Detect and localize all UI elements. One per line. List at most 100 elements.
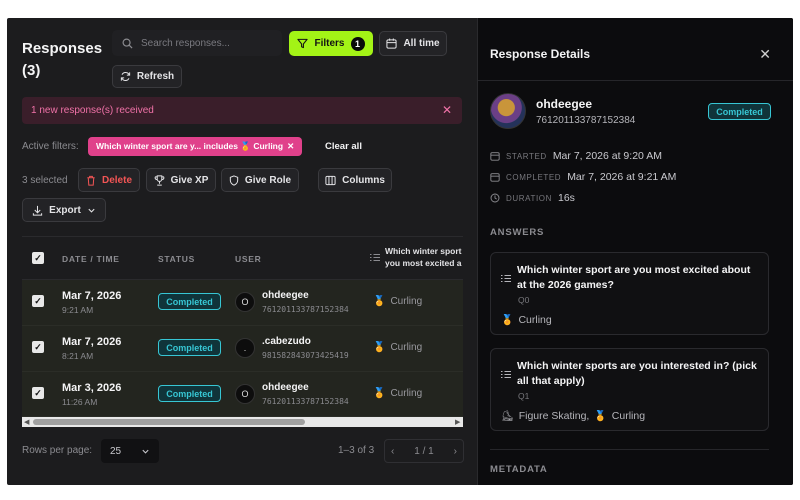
- refresh-label: Refresh: [136, 71, 175, 82]
- rows-per-page-select[interactable]: 25: [101, 439, 159, 463]
- close-icon[interactable]: ✕: [759, 46, 771, 63]
- avatar: .: [235, 338, 255, 358]
- next-page-icon[interactable]: ›: [454, 446, 457, 457]
- delete-button[interactable]: Delete: [78, 168, 140, 192]
- give-xp-label: Give XP: [170, 174, 209, 186]
- active-filter-chip[interactable]: Which winter sport are y... includes 🏅 C…: [88, 137, 303, 156]
- columns-button[interactable]: Columns: [318, 168, 392, 192]
- date-range-button[interactable]: All time: [379, 31, 447, 56]
- give-role-button[interactable]: Give Role: [221, 168, 299, 192]
- panel-user-id: 761201133787152384: [536, 115, 636, 126]
- new-response-notice: 1 new response(s) received ✕: [22, 97, 462, 124]
- clear-all-link[interactable]: Clear all: [325, 141, 362, 152]
- duration-row: DURATION 16s: [490, 192, 575, 204]
- refresh-icon: [120, 71, 131, 82]
- answer-card: Which winter sport are you most excited …: [490, 252, 769, 335]
- rows-per-page-value: 25: [110, 445, 122, 457]
- search-input[interactable]: Search responses...: [112, 30, 282, 56]
- duration-value: 16s: [557, 192, 575, 204]
- close-icon[interactable]: ✕: [442, 103, 452, 117]
- avatar: O: [235, 384, 255, 404]
- page-title-text: Responses: [22, 40, 103, 57]
- export-button[interactable]: Export: [22, 198, 106, 222]
- export-label: Export: [49, 204, 81, 216]
- calendar-icon: [490, 151, 500, 161]
- calendar-icon: [490, 172, 500, 182]
- response-count: (3): [22, 62, 41, 79]
- column-header-question[interactable]: Which winter sport you most excited a: [370, 245, 462, 269]
- row-username: ohdeegee: [262, 382, 309, 393]
- trophy-icon: [154, 174, 165, 186]
- filters-label: Filters: [314, 38, 345, 49]
- chevron-down-icon: [141, 447, 150, 456]
- select-all-checkbox[interactable]: ✓: [32, 252, 44, 264]
- row-user-id: 761201133787152384: [262, 305, 349, 314]
- started-row: STARTED Mar 7, 2026 at 9:20 AM: [490, 150, 662, 162]
- table-row[interactable]: ✓ Mar 7, 2026 9:21 AM Completed O ohdeeg…: [22, 280, 463, 326]
- scroll-left-icon[interactable]: ◀: [24, 418, 29, 426]
- avatar: O: [235, 292, 255, 312]
- list-icon: [501, 359, 511, 389]
- row-username: .cabezudo: [262, 336, 311, 347]
- medal-icon: 🏅: [373, 388, 386, 399]
- table-row[interactable]: ✓ Mar 7, 2026 8:21 AM Completed . .cabez…: [22, 326, 463, 372]
- row-checkbox[interactable]: ✓: [32, 387, 44, 399]
- answer-question-id: Q0: [518, 295, 530, 305]
- answer-value-text: Figure Skating,: [518, 410, 590, 422]
- medal-icon: 🏅: [373, 296, 386, 307]
- answer-value: 🏅 Curling: [501, 314, 758, 326]
- chevron-down-icon: [87, 206, 96, 215]
- search-placeholder: Search responses...: [141, 37, 230, 49]
- notice-text: 1 new response(s) received: [31, 105, 154, 116]
- scroll-right-icon[interactable]: ▶: [455, 418, 460, 426]
- metadata-heading: METADATA: [490, 464, 548, 475]
- divider: [490, 449, 769, 450]
- answer-question: Which winter sport are you most excited …: [501, 263, 758, 293]
- selected-count: 3 selected: [22, 175, 68, 186]
- rows-per-page-label: Rows per page:: [22, 445, 93, 456]
- column-header-user[interactable]: USER: [235, 254, 261, 264]
- calendar-icon: [386, 38, 398, 49]
- status-badge: Completed: [158, 385, 221, 402]
- give-role-label: Give Role: [244, 174, 292, 186]
- prev-page-icon[interactable]: ‹: [391, 446, 394, 457]
- filter-icon: [297, 38, 309, 49]
- delete-label: Delete: [101, 174, 132, 186]
- medal-icon: 🏅: [594, 410, 607, 422]
- columns-icon: [325, 175, 336, 186]
- give-xp-button[interactable]: Give XP: [146, 168, 216, 192]
- status-badge: Completed: [158, 339, 221, 356]
- scrollbar-thumb[interactable]: [33, 419, 305, 425]
- download-icon: [32, 205, 43, 216]
- answer-question: Which winter sports are you interested i…: [501, 359, 758, 389]
- answer-value-text-2: Curling: [611, 410, 646, 422]
- clock-icon: [490, 193, 500, 203]
- row-answer-text: Curling: [390, 388, 423, 399]
- refresh-button[interactable]: Refresh: [112, 65, 182, 88]
- remove-filter-icon[interactable]: ✕: [287, 141, 294, 152]
- medal-icon: 🏅: [501, 314, 514, 326]
- filters-button[interactable]: Filters 1: [289, 31, 373, 56]
- row-checkbox[interactable]: ✓: [32, 341, 44, 353]
- row-checkbox[interactable]: ✓: [32, 295, 44, 307]
- duration-label: DURATION: [506, 193, 552, 203]
- row-time: 9:21 AM: [62, 305, 94, 315]
- medal-icon: 🏅: [373, 342, 386, 353]
- date-range-label: All time: [403, 38, 440, 49]
- answer-question-text: Which winter sport are you most excited …: [517, 264, 751, 291]
- column-header-date[interactable]: DATE / TIME: [62, 254, 120, 264]
- answer-question-text: Which winter sports are you interested i…: [517, 360, 757, 387]
- pagination-controls: ‹ 1 / 1 ›: [384, 439, 464, 463]
- row-answer: 🏅 Curling: [373, 296, 422, 307]
- column-header-status[interactable]: STATUS: [158, 254, 195, 264]
- skate-icon: ⛸: [501, 410, 514, 422]
- trash-icon: [86, 175, 96, 186]
- question-header-line1: Which winter sport: [385, 246, 462, 256]
- row-user-id: 981582843073425419: [262, 351, 349, 360]
- row-date: Mar 3, 2026: [62, 382, 122, 394]
- answer-value-text: Curling: [518, 314, 552, 326]
- panel-username: ohdeegee: [536, 97, 593, 111]
- table-row[interactable]: ✓ Mar 3, 2026 11:26 AM Completed O ohdee…: [22, 372, 463, 417]
- started-label: STARTED: [506, 151, 547, 161]
- pagination-range: 1–3 of 3: [338, 445, 375, 456]
